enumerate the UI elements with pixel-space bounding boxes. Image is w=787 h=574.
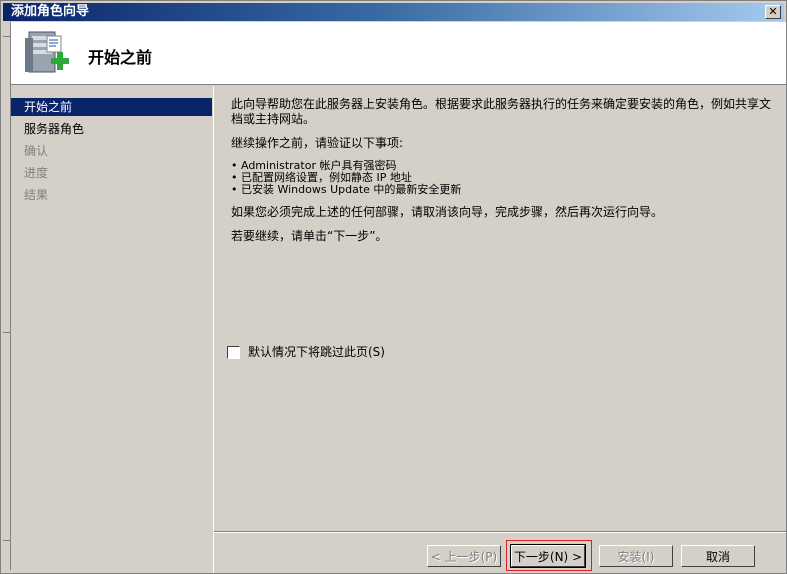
cancel-button[interactable]: 取消 — [681, 545, 755, 567]
wizard-header: 开始之前 — [11, 22, 786, 85]
step-item-server-roles[interactable]: 服务器角色 — [11, 120, 212, 138]
wizard-window: 添加角色向导 ✕ 开始之前 开始之前 服务器角色 确认 进度 结果 此向导帮助您… — [0, 0, 787, 574]
back-button[interactable]: < 上一步(P) — [427, 545, 501, 567]
strip-mark — [3, 26, 10, 37]
strip-mark — [3, 322, 10, 333]
close-button[interactable]: ✕ — [765, 5, 781, 19]
step-item-confirmation: 确认 — [24, 144, 49, 158]
window-title: 添加角色向导 — [11, 4, 90, 19]
skip-page-label: 默认情况下将跳过此页(S) — [248, 345, 385, 359]
next-button-highlight — [506, 540, 592, 571]
strip-mark — [3, 530, 10, 541]
left-edge-strip — [3, 22, 11, 570]
wizard-content: 此向导帮助您在此服务器上安装角色。根据要求此服务器执行的任务来确定要安装的角色，… — [231, 97, 771, 253]
list-item: • 已安装 Windows Update 中的最新安全更新 — [231, 183, 462, 196]
skip-page-checkbox[interactable] — [227, 346, 240, 359]
server-roles-add-icon — [25, 31, 69, 73]
button-separator — [214, 531, 786, 533]
step-item-results: 结果 — [24, 188, 49, 202]
skip-page-option[interactable]: 默认情况下将跳过此页(S) — [227, 345, 385, 359]
step-item-progress: 进度 — [24, 166, 49, 180]
wizard-steps-sidebar: 开始之前 服务器角色 确认 进度 结果 — [11, 86, 214, 573]
intro-text: 此向导帮助您在此服务器上安装角色。根据要求此服务器执行的任务来确定要安装的角色，… — [231, 97, 772, 126]
verify-heading: 继续操作之前，请验证以下事项: — [231, 136, 404, 150]
title-bar[interactable]: 添加角色向导 ✕ — [3, 3, 784, 21]
install-button[interactable]: 安装(I) — [599, 545, 673, 567]
step-item-before-you-begin[interactable]: 开始之前 — [11, 98, 212, 116]
page-heading: 开始之前 — [88, 48, 153, 67]
prerequisite-list: • Administrator 帐户具有强密码 • 已配置网络设置，例如静态 I… — [231, 160, 771, 196]
continue-note: 若要继续，请单击“下一步”。 — [231, 229, 388, 243]
cancel-note: 如果您必须完成上述的任何部骤，请取消该向导，完成步骤，然后再次运行向导。 — [231, 205, 664, 219]
